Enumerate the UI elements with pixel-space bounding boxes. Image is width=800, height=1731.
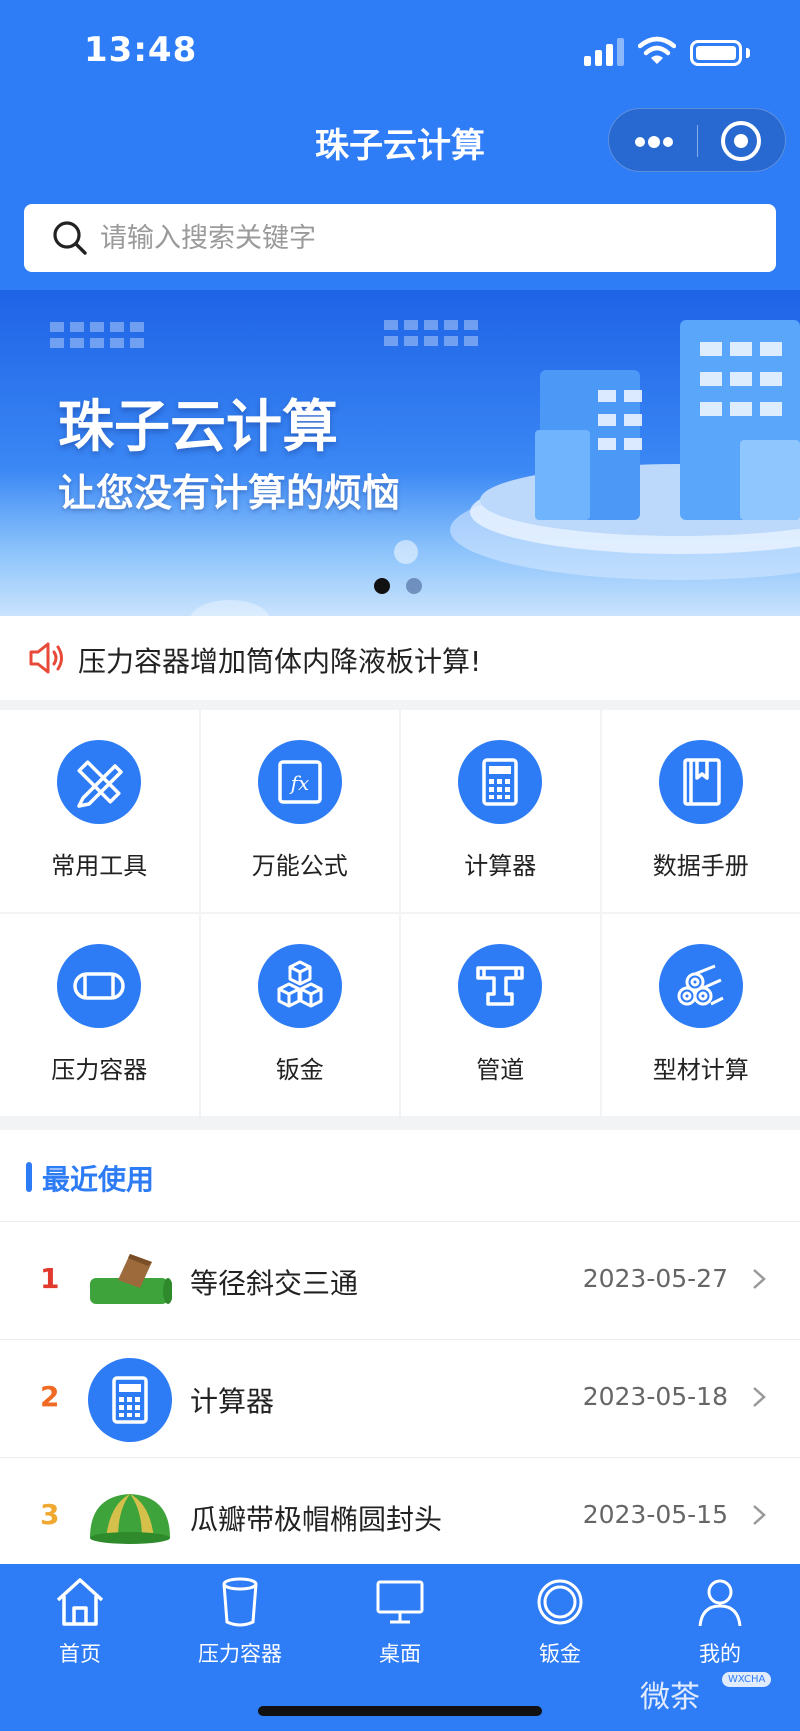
recent-item[interactable]: 2 计算器 2023-05-18 [0, 1340, 800, 1458]
carousel-dot-active[interactable] [374, 578, 390, 594]
header: 13:48 珠子云计算 [0, 0, 800, 290]
capsule-divider [697, 125, 698, 157]
grid-item-label: 数据手册 [652, 852, 749, 880]
recent-item-name: 计算器 [190, 1385, 275, 1418]
grid-item-label: 管道 [476, 1056, 525, 1084]
grid-item-profile-calc[interactable]: 型材计算 [601, 914, 800, 1116]
tab-pressure-vessel[interactable]: 压力容器 [160, 1574, 320, 1674]
profile-bars-icon [658, 944, 743, 1028]
cubes-icon [257, 944, 342, 1028]
recent-item-name: 瓜瓣带极帽椭圆封头 [190, 1503, 443, 1536]
calculator-icon [88, 1358, 172, 1442]
chevron-right-icon [753, 1387, 766, 1407]
ring-icon [537, 1579, 583, 1625]
recent-header: 最近使用 [0, 1130, 800, 1222]
grid-item-label: 压力容器 [51, 1056, 148, 1084]
carousel-dot[interactable] [406, 578, 422, 594]
close-miniprogram-icon[interactable] [721, 121, 761, 161]
tab-label: 首页 [59, 1642, 101, 1666]
grid-item-label: 常用工具 [51, 852, 148, 880]
recent-item[interactable]: 3 瓜瓣带极帽椭圆封头 2023-05-15 [0, 1458, 800, 1576]
grid-item-label: 计算器 [464, 852, 537, 880]
book-icon [658, 740, 743, 824]
grid-item-calculator[interactable]: 计算器 [401, 710, 600, 912]
recent-item-name: 等径斜交三通 [190, 1267, 359, 1300]
grid-item-label: 万能公式 [251, 852, 348, 880]
home-indicator [258, 1706, 542, 1716]
formula-icon: fx [257, 740, 342, 824]
speaker-icon [29, 642, 63, 674]
rank-number: 3 [40, 1498, 60, 1531]
banner-subtitle: 让您没有计算的烦恼 [58, 471, 401, 515]
tab-sheet-metal[interactable]: 钣金 [480, 1574, 640, 1674]
notice-bar[interactable]: 压力容器增加筒体内降液板计算! [0, 616, 800, 700]
rank-number: 2 [40, 1380, 60, 1413]
tab-desktop[interactable]: 桌面 [320, 1574, 480, 1674]
rank-number: 1 [40, 1262, 60, 1295]
chevron-right-icon [753, 1505, 766, 1525]
tab-label: 桌面 [379, 1642, 421, 1666]
banner-carousel[interactable]: 珠子云计算 让您没有计算的烦恼 [0, 290, 800, 616]
tab-home[interactable]: 首页 [0, 1574, 160, 1674]
more-icon[interactable] [609, 109, 697, 173]
watermark-text: 微茶 [640, 1680, 700, 1715]
recent-item-date: 2023-05-27 [582, 1264, 728, 1293]
dome-head-icon [90, 1494, 170, 1544]
search-bar[interactable] [24, 204, 776, 272]
tab-mine[interactable]: 我的 [640, 1574, 800, 1674]
grid-item-data-handbook[interactable]: 数据手册 [601, 710, 800, 912]
vessel-icon [57, 944, 142, 1028]
grid-item-formula[interactable]: fx 万能公式 [200, 710, 399, 912]
recent-item-date: 2023-05-18 [582, 1382, 728, 1411]
banner-title: 珠子云计算 [58, 395, 338, 460]
tab-label: 钣金 [539, 1642, 581, 1666]
battery-icon [690, 40, 742, 66]
function-grid: 常用工具 fx 万能公式 计算器 数据手册 压力容器 钣金 管道 型材计算 [0, 710, 800, 1116]
chevron-right-icon [753, 1269, 766, 1289]
tab-label: 我的 [699, 1642, 741, 1666]
battery-tip [746, 48, 750, 58]
cellular-signal-icon [584, 38, 624, 66]
notice-text: 压力容器增加筒体内降液板计算! [78, 645, 482, 678]
grid-item-common-tools[interactable]: 常用工具 [0, 710, 199, 912]
pipe-icon [458, 944, 543, 1028]
calculator-icon [458, 740, 543, 824]
svg-text:fx: fx [288, 771, 309, 795]
recent-section: 最近使用 1 等径斜交三通 2023-05-27 2 计算器 2023-05-1… [0, 1130, 800, 1564]
bucket-icon [222, 1577, 258, 1627]
recent-item[interactable]: 1 等径斜交三通 2023-05-27 [0, 1222, 800, 1340]
search-icon [53, 221, 87, 255]
carousel-dots [374, 578, 434, 598]
tab-label: 压力容器 [198, 1642, 282, 1666]
tee-pipe-icon [90, 1254, 172, 1304]
grid-item-label: 钣金 [275, 1056, 324, 1084]
monitor-icon [376, 1580, 424, 1624]
grid-item-pipe[interactable]: 管道 [401, 914, 600, 1116]
user-icon [698, 1579, 742, 1627]
status-time: 13:48 [84, 30, 198, 70]
home-icon [56, 1578, 104, 1626]
miniprogram-capsule [608, 108, 786, 172]
section-title: 最近使用 [42, 1163, 155, 1196]
recent-item-date: 2023-05-15 [582, 1500, 728, 1529]
grid-item-pressure-vessel[interactable]: 压力容器 [0, 914, 199, 1116]
search-input[interactable] [100, 204, 750, 272]
wifi-icon [638, 36, 676, 64]
status-bar: 13:48 [0, 0, 800, 100]
ruler-pencil-icon [57, 740, 142, 824]
grid-item-sheet-metal[interactable]: 钣金 [200, 914, 399, 1116]
watermark-tag: WXCHA [722, 1672, 772, 1687]
grid-item-label: 型材计算 [652, 1056, 749, 1084]
section-accent-bar [26, 1162, 32, 1192]
